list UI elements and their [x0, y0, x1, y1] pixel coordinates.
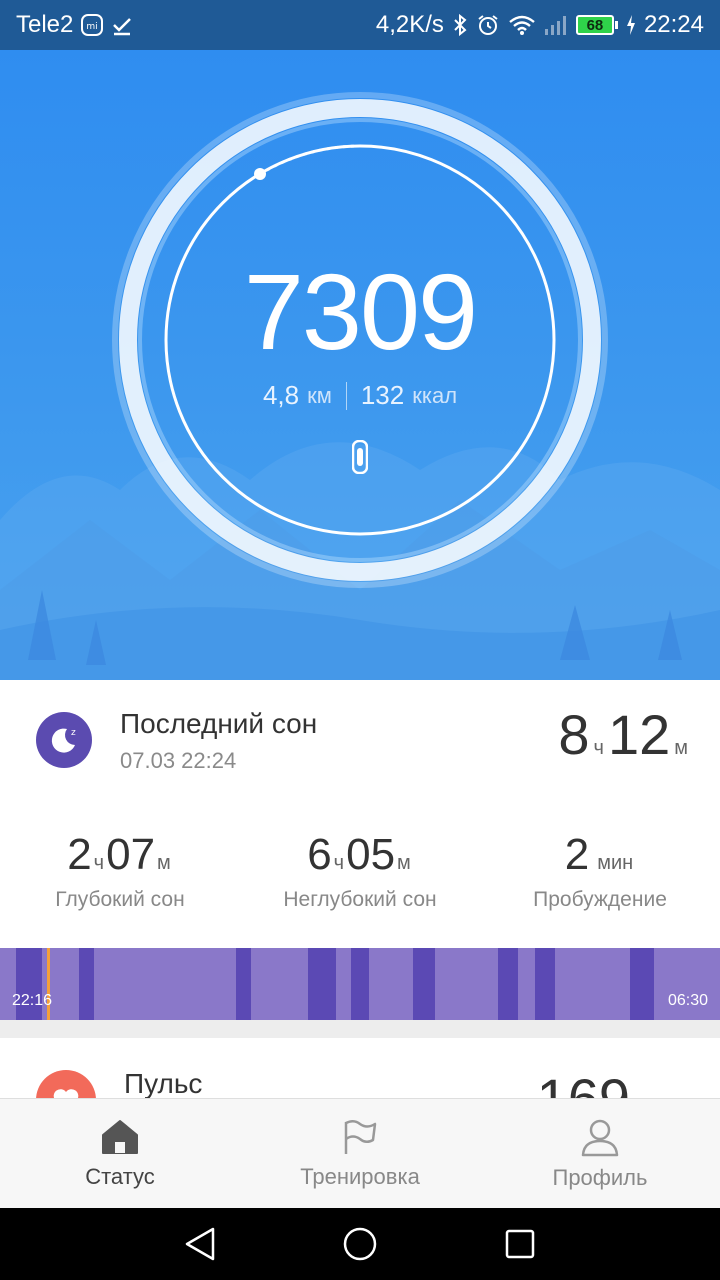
sleep-minutes-unit: м: [674, 737, 688, 759]
clock: 22:24: [643, 11, 704, 38]
distance-value: 4,8: [262, 380, 300, 410]
deep-sleep-label: Глубокий сон: [55, 888, 185, 911]
steps-substats: 4,8 км 132 ккал: [0, 380, 720, 411]
mi-app-icon: mi: [81, 14, 104, 36]
sleep-timeline[interactable]: 22:16 06:30: [0, 948, 720, 1020]
nav-profile[interactable]: Профиль: [480, 1099, 720, 1208]
steps-count: 7309: [243, 251, 478, 372]
sleep-moon-icon: z: [36, 712, 92, 768]
bottom-navigation: Статус Тренировка Профиль: [0, 1098, 720, 1208]
timeline-end: 06:30: [667, 992, 708, 1009]
deep-sleep-hours-unit: ч: [93, 852, 105, 874]
status-bar: Tele2 mi 4,2K/s 68 22:24: [0, 0, 720, 50]
back-button[interactable]: [175, 1219, 225, 1269]
light-sleep-minutes-unit: м: [397, 852, 411, 874]
svg-text:mi: mi: [87, 22, 98, 32]
nav-training[interactable]: Тренировка: [240, 1099, 480, 1208]
deep-sleep-stat: 2 ч 07 м Глубокий сон: [0, 830, 240, 912]
system-navigation-bar: [0, 1208, 720, 1280]
recents-button[interactable]: [495, 1219, 545, 1269]
nav-status-label: Статус: [85, 1163, 155, 1189]
network-speed: 4,2K/s: [375, 11, 444, 38]
awake-label: Пробуждение: [533, 888, 667, 911]
download-check-icon: [111, 14, 133, 36]
home-button[interactable]: [335, 1219, 385, 1269]
sleep-hours: 8: [558, 703, 590, 766]
deep-sleep-minutes-unit: м: [157, 852, 171, 874]
profile-icon: [581, 1119, 619, 1156]
awake-unit: мин: [597, 852, 634, 874]
battery-level: 68: [575, 15, 614, 35]
alarm-icon: [476, 13, 500, 37]
recents-square-icon: [505, 1229, 535, 1259]
nav-status[interactable]: Статус: [0, 1099, 240, 1208]
timeline-start: 22:16: [12, 992, 53, 1009]
light-sleep-hours: 6: [307, 830, 332, 879]
nav-training-label: Тренировка: [300, 1163, 420, 1189]
sleep-total-duration: 8 ч 12 м: [558, 702, 692, 767]
card-divider: [0, 1020, 720, 1038]
sleep-hours-unit: ч: [593, 737, 604, 759]
back-triangle-icon: [185, 1227, 215, 1261]
light-sleep-label: Неглубокий сон: [283, 888, 437, 911]
calories-unit: ккал: [412, 382, 458, 408]
pulse-title: Пульс: [124, 1068, 203, 1099]
home-icon: [102, 1119, 138, 1154]
deep-sleep-hours: 2: [67, 830, 92, 879]
awake-value: 2: [564, 830, 590, 879]
sleep-minutes: 12: [607, 703, 671, 766]
wifi-icon: [508, 14, 536, 36]
distance-unit: км: [307, 382, 332, 408]
calories-value: 132: [360, 380, 405, 410]
sleep-title: Последний сон: [120, 708, 318, 739]
light-sleep-minutes: 05: [346, 830, 396, 879]
band-icon: [352, 440, 368, 474]
deep-sleep-minutes: 07: [106, 830, 156, 879]
carrier-name: Tele2: [16, 11, 74, 38]
flag-icon: [344, 1119, 377, 1154]
charging-icon: [626, 14, 636, 36]
battery-indicator: 68: [575, 15, 618, 35]
sleep-date: 07.03 22:24: [120, 748, 237, 773]
home-circle-icon: [343, 1227, 377, 1261]
bluetooth-icon: [452, 13, 468, 37]
signal-icon: [544, 14, 568, 36]
awake-stat: 2 мин Пробуждение: [480, 830, 720, 912]
steps-hero[interactable]: 7309 4,8 км 132 ккал: [0, 50, 720, 680]
nav-profile-label: Профиль: [552, 1164, 648, 1190]
sleep-stats: 2 ч 07 м Глубокий сон 6 ч 05 м Неглубоки…: [0, 830, 720, 912]
light-sleep-stat: 6 ч 05 м Неглубокий сон: [240, 830, 480, 912]
light-sleep-hours-unit: ч: [333, 852, 345, 874]
svg-text:z: z: [71, 728, 76, 738]
